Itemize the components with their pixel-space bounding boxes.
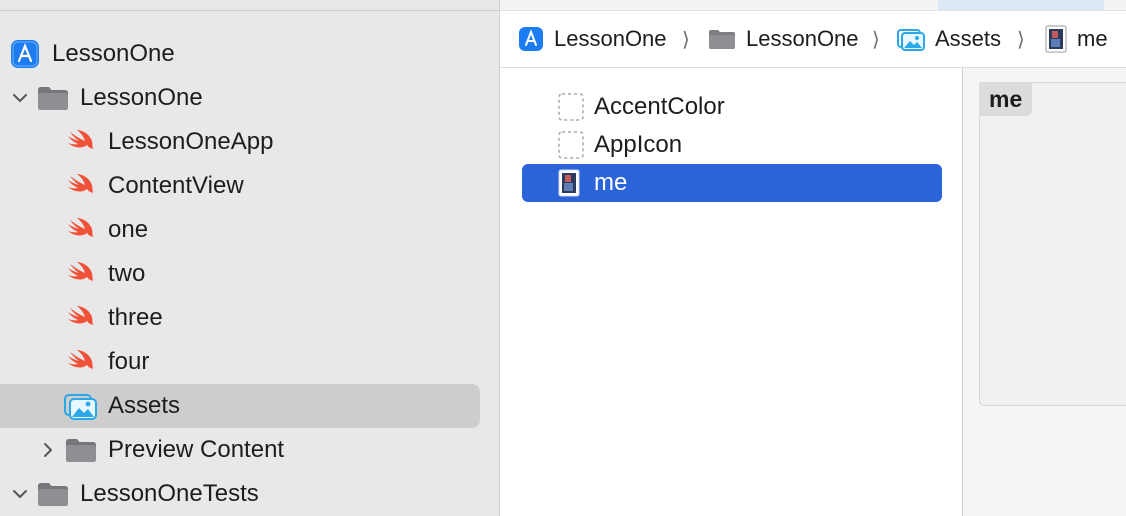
navigator-item-contentview[interactable]: ContentView (0, 164, 480, 208)
navigator-item-one[interactable]: one (0, 208, 480, 252)
breadcrumb-label: LessonOne (746, 26, 859, 51)
navigator-item-lessononeapp[interactable]: LessonOneApp (0, 120, 480, 164)
active-tab[interactable] (938, 0, 1104, 10)
breadcrumb-item-folder[interactable]: LessonOne (708, 11, 859, 67)
asset-detail-pane: me (962, 68, 1126, 516)
swift-file-icon (64, 303, 98, 333)
asset-label: AccentColor (594, 93, 725, 120)
swift-file-icon (64, 171, 98, 201)
empty-slot-icon (558, 131, 584, 159)
navigator-item-label: LessonOne (80, 84, 203, 111)
asset-catalog-icon (64, 391, 98, 421)
navigator-item-label: Assets (108, 392, 181, 419)
asset-label: me (594, 169, 628, 196)
folder-icon (708, 28, 736, 50)
navigator-item-label: three (108, 304, 163, 331)
breadcrumb-label: me (1077, 26, 1108, 51)
navigator-item-assets[interactable]: Assets (0, 384, 480, 428)
chevron-down-icon[interactable] (10, 484, 30, 504)
folder-icon (36, 83, 70, 113)
folder-icon (36, 479, 70, 509)
asset-item-appicon[interactable]: AppIcon (522, 126, 942, 164)
breadcrumb-item-image[interactable]: me (1045, 11, 1108, 67)
navigator-item-label: two (108, 260, 146, 287)
navigator-item-label: Preview Content (108, 436, 285, 463)
image-thumbnail-icon (558, 169, 584, 197)
navigator-item-label: LessonOne (52, 40, 175, 67)
chevron-down-icon[interactable] (10, 88, 30, 108)
breadcrumb-label: LessonOne (554, 26, 667, 51)
breadcrumb-separator: ⟩ (1017, 28, 1025, 51)
chevron-right-icon[interactable] (38, 440, 58, 460)
swift-file-icon (64, 347, 98, 377)
swift-file-icon (64, 259, 98, 289)
navigator-item-four[interactable]: four (0, 340, 480, 384)
navigator-item-lessonone[interactable]: LessonOne (0, 32, 480, 76)
navigator-item-label: LessonOneTests (80, 480, 259, 507)
image-set-title: me (979, 82, 1033, 116)
swift-file-icon (64, 127, 98, 157)
asset-label: AppIcon (594, 131, 683, 158)
asset-catalog-icon (897, 27, 925, 51)
navigator-item-two[interactable]: two (0, 252, 480, 296)
asset-item-me[interactable]: me (522, 164, 942, 202)
breadcrumb-separator: ⟩ (872, 28, 880, 51)
image-thumbnail-icon (1045, 25, 1067, 53)
asset-item-accentcolor[interactable]: AccentColor (522, 88, 942, 126)
navigator-item-label: ContentView (108, 172, 244, 199)
navigator-item-label: LessonOneApp (108, 128, 274, 155)
asset-list: AccentColor AppIcon me (500, 68, 962, 516)
navigator-item-lessonone[interactable]: LessonOne (0, 76, 480, 120)
navigator-item-preview-content[interactable]: Preview Content (0, 428, 480, 472)
breadcrumb-item-assets[interactable]: Assets (897, 11, 1001, 67)
swift-file-icon (64, 215, 98, 245)
xcode-project-icon (8, 39, 42, 69)
image-set-well[interactable] (979, 82, 1126, 406)
xcode-project-icon (518, 26, 544, 52)
empty-slot-icon (558, 93, 584, 121)
navigator-item-label: one (108, 216, 149, 243)
folder-icon (64, 435, 98, 465)
navigator-item-three[interactable]: three (0, 296, 480, 340)
breadcrumb-label: Assets (935, 26, 1002, 51)
navigator-item-label: four (108, 348, 150, 375)
breadcrumb-separator: ⟩ (682, 28, 690, 51)
navigator-item-lessononetests[interactable]: LessonOneTests (0, 472, 480, 516)
project-navigator: LessonOne LessonOne LessonOneApp ContentVie… (0, 0, 500, 516)
editor-area: LessonOne ⟩ LessonOne ⟩ Assets ⟩ me Acce… (500, 0, 1126, 516)
navigator-divider (0, 10, 499, 11)
breadcrumb: LessonOne ⟩ LessonOne ⟩ Assets ⟩ me (500, 11, 1126, 68)
breadcrumb-item-project[interactable]: LessonOne (518, 11, 667, 67)
tab-bar (500, 0, 1126, 11)
